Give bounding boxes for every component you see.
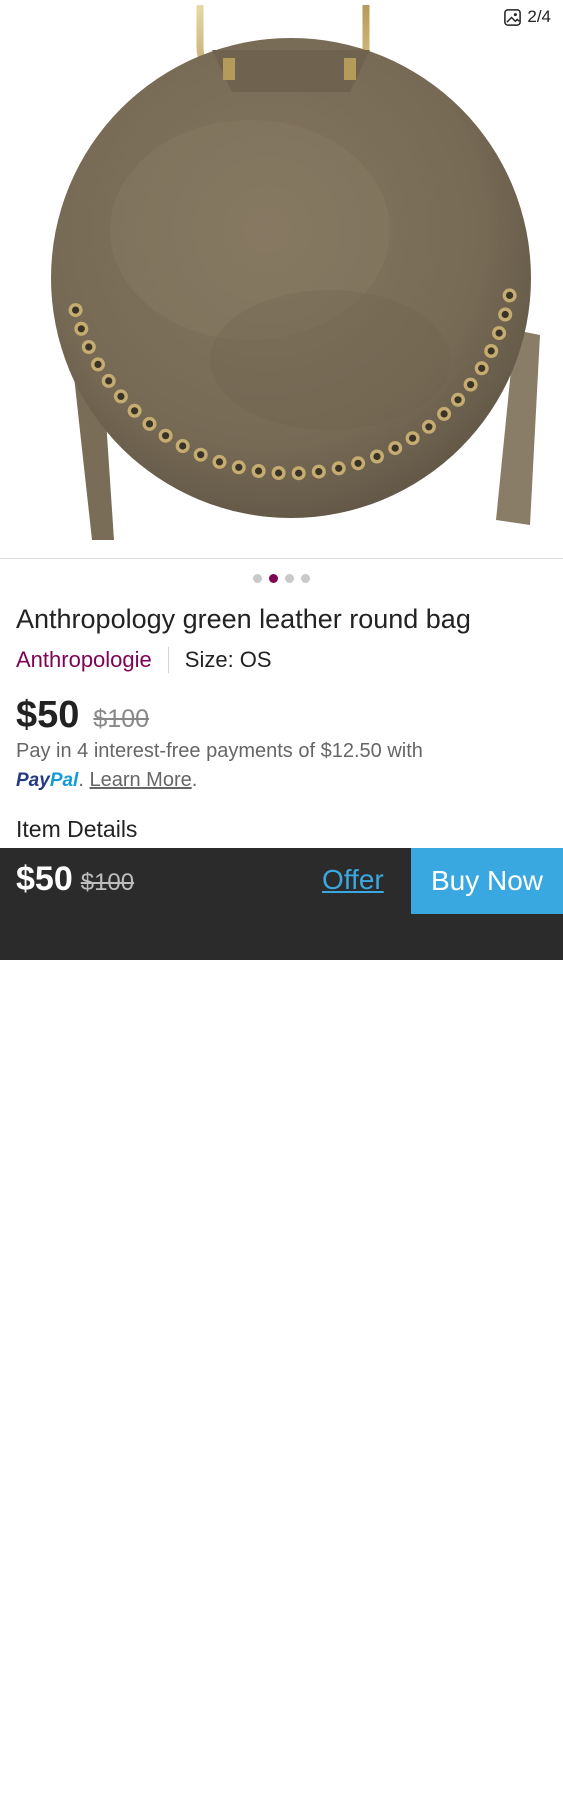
bar-price: $50 $100	[16, 860, 134, 899]
buy-now-button[interactable]: Buy Now	[411, 848, 563, 914]
carousel-dot[interactable]	[285, 574, 294, 583]
image-icon	[504, 8, 522, 26]
carousel-dot-active[interactable]	[269, 574, 278, 583]
bar-price-original: $100	[80, 869, 135, 896]
installments-text: Pay in 4 interest-free payments of $12.5…	[16, 740, 423, 762]
brand-link[interactable]: Anthropologie	[16, 647, 152, 673]
original-price: $100	[93, 705, 150, 733]
paypal-end: .	[191, 769, 198, 791]
price-row: $50 $100	[16, 694, 149, 737]
meta-divider	[167, 647, 169, 673]
paypal-logo-pay: Pay	[16, 770, 50, 791]
product-image[interactable]: 2/4	[0, 0, 563, 559]
listing-price: $50	[16, 694, 80, 736]
learn-more-link[interactable]: Learn More	[89, 769, 191, 791]
photo-counter-text: 2/4	[527, 7, 551, 26]
paypal-logo-pal: Pal	[49, 770, 79, 791]
carousel-dot[interactable]	[253, 574, 262, 583]
photo-counter: 2/4	[503, 7, 551, 27]
item-details-heading: Item Details	[16, 816, 138, 842]
paypal-logo: PayPal	[16, 770, 78, 791]
bag-photo	[51, 5, 540, 540]
bar-price-current: $50	[16, 860, 73, 898]
offer-button[interactable]: Offer	[322, 864, 384, 896]
home-indicator[interactable]	[184, 1788, 390, 1794]
listing-title: Anthropology green leather round bag	[16, 604, 471, 634]
carousel-dot[interactable]	[301, 574, 310, 583]
carousel-dots	[0, 574, 563, 583]
paypal-period: .	[78, 769, 84, 791]
paypal-installments: Pay in 4 interest-free payments of $12.5…	[16, 737, 546, 795]
bottom-action-bar: $50 $100 Offer Buy Now	[0, 848, 563, 1794]
listing-meta: Anthropologie Size: OS	[16, 647, 272, 673]
size-label: Size: OS	[184, 647, 272, 672]
